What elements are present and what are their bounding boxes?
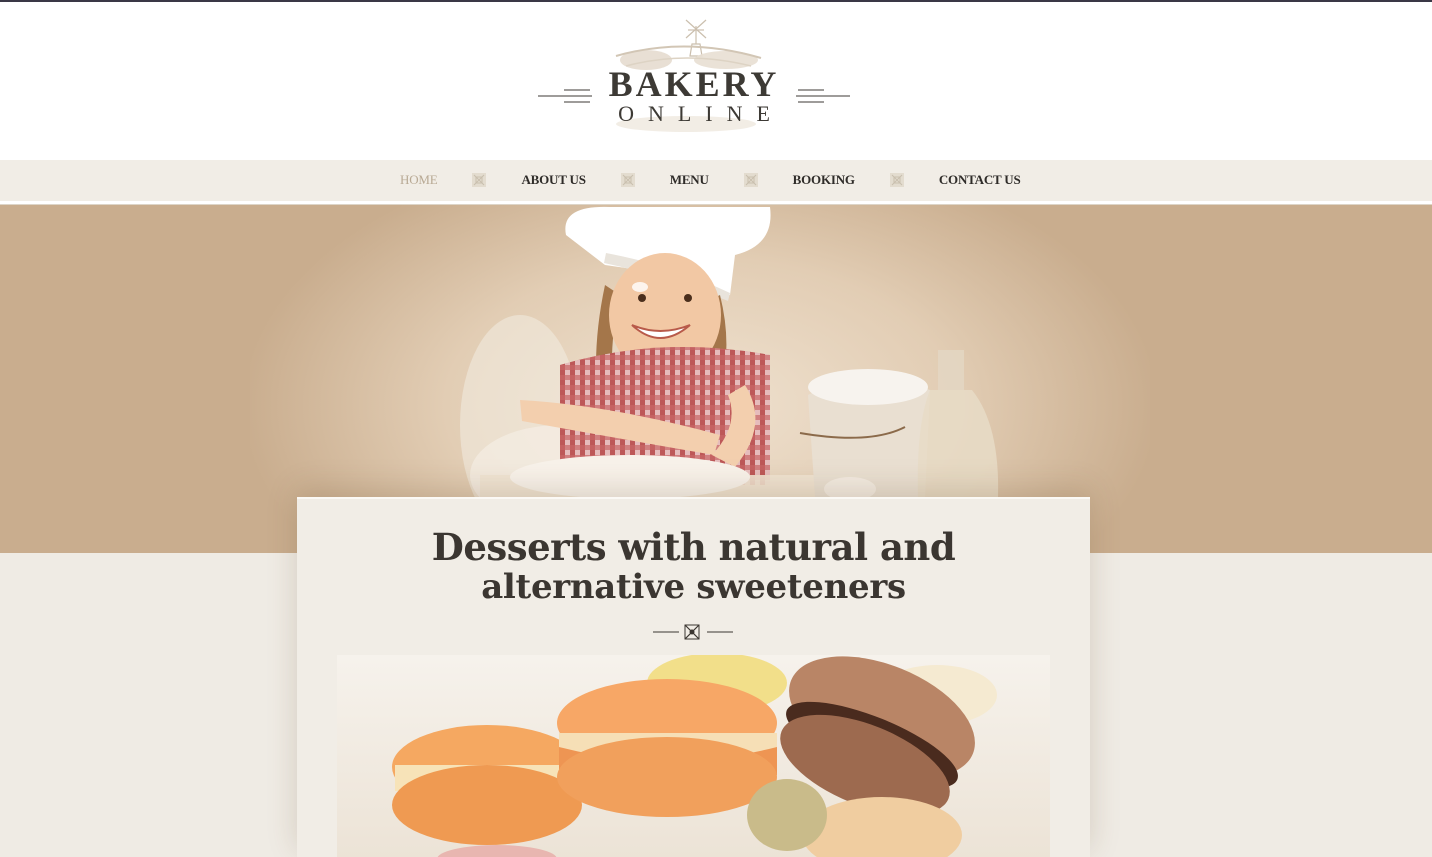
- feature-card: Desserts with natural and alternative sw…: [297, 497, 1090, 857]
- nav-separator-icon: [620, 173, 635, 187]
- site-header: BAKERY ONLINE: [0, 2, 1432, 160]
- nav-item-contact-us[interactable]: CONTACT US: [923, 172, 1037, 188]
- nav-menu: HOME ABOUT US MENU BOOKING CONTACT US: [384, 160, 1037, 200]
- feature-subtitle: alternative sweeteners: [481, 567, 906, 607]
- ornament-divider-icon: [653, 624, 733, 640]
- nav-separator-icon: [472, 173, 487, 187]
- nav-item-about-us[interactable]: ABOUT US: [505, 172, 601, 188]
- nav-separator-icon: [743, 173, 758, 187]
- nav-item-home[interactable]: HOME: [384, 172, 453, 188]
- macarons-photo[interactable]: [337, 655, 1050, 857]
- macarons-illustration: [392, 655, 997, 857]
- logo-lines-right: [796, 89, 850, 103]
- site-logo[interactable]: BAKERY ONLINE: [536, 16, 852, 144]
- nav-item-booking[interactable]: BOOKING: [777, 172, 871, 188]
- main-nav: HOME ABOUT US MENU BOOKING CONTACT US: [0, 160, 1432, 204]
- feature-title: Desserts with natural and: [431, 525, 956, 569]
- nav-item-menu[interactable]: MENU: [654, 172, 725, 188]
- nav-separator-icon: [889, 173, 904, 187]
